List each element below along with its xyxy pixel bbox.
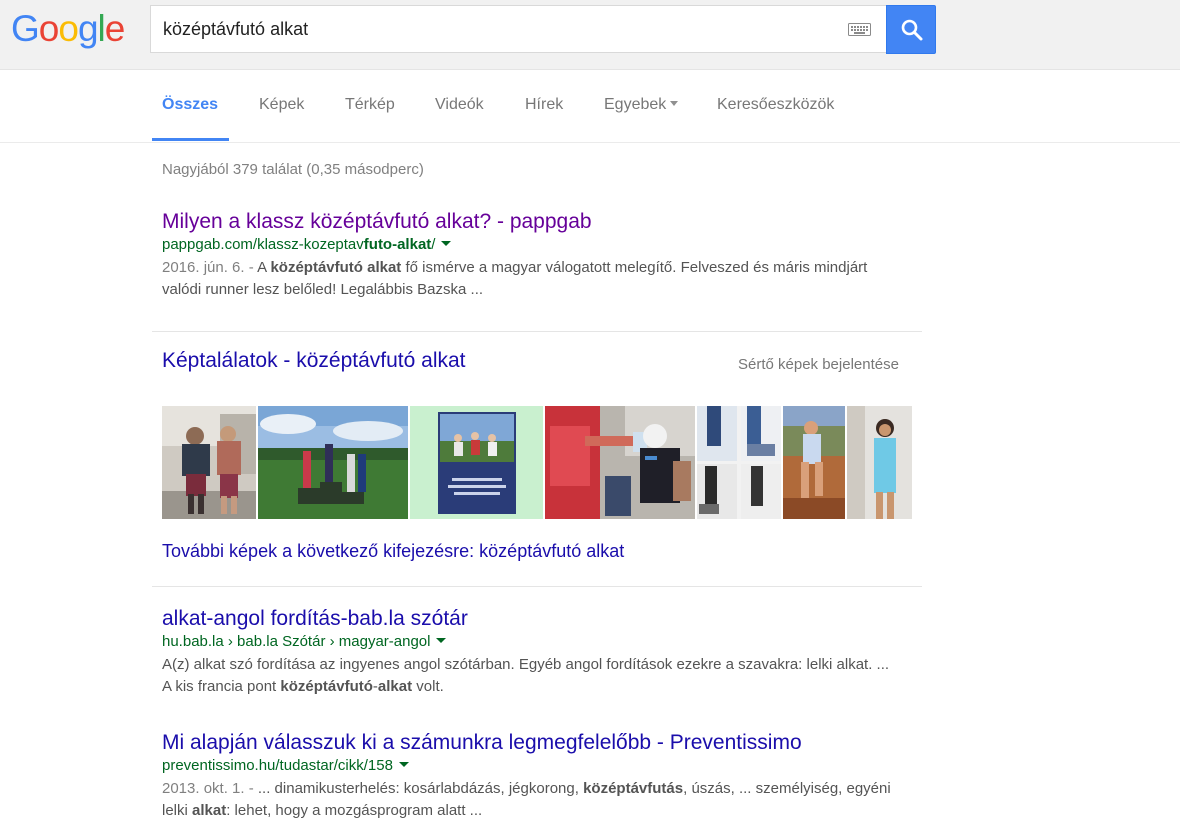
result-url-text-end: / <box>431 236 436 253</box>
result-url-text: pappgab.com/klassz-kozeptav <box>162 236 364 253</box>
result-title-link[interactable]: Milyen a klassz középtávfutó alkat? - pa… <box>162 209 902 235</box>
chevron-down-icon <box>670 101 679 106</box>
active-tab-indicator <box>152 138 229 141</box>
result-url-bold: futo-alkat <box>363 236 432 253</box>
tab-maps[interactable]: Térkép <box>345 96 395 114</box>
search-result: Mi alapján válasszuk ki a számunkra legm… <box>162 730 902 822</box>
tab-all[interactable]: Összes <box>162 96 218 114</box>
search-input[interactable]: középtávfutó alkat <box>150 5 886 53</box>
search-tabs: Összes Képek Térkép Videók Hírek Egyebek… <box>0 70 1180 143</box>
search-result: Milyen a klassz középtávfutó alkat? - pa… <box>162 209 902 301</box>
search-query-text[interactable]: középtávfutó alkat <box>163 19 308 40</box>
snippet-bold: középtávfutás <box>583 780 684 797</box>
image-thumbnail[interactable] <box>410 406 543 519</box>
result-snippet: 2016. jún. 6. - A középtávfutó alkat fő … <box>162 257 892 301</box>
result-date: 2016. jún. 6. - <box>162 259 258 276</box>
result-url-text: preventissimo.hu/tudastar/cikk/158 <box>162 757 393 774</box>
result-stats: Nagyjából 379 találat (0,35 másodperc) <box>162 161 424 178</box>
more-images-link[interactable]: További képek a következő kifejezésre: k… <box>162 541 624 562</box>
snippet-bold: középtávfutó alkat <box>270 259 402 276</box>
result-title-link[interactable]: alkat-angol fordítás-bab.la szótár <box>162 606 902 632</box>
image-thumbnail[interactable] <box>545 406 695 519</box>
caret-down-icon[interactable] <box>398 762 409 767</box>
result-snippet: 2013. okt. 1. - ... dinamikusterhelés: k… <box>162 778 892 822</box>
snippet-text: ... dinamikusterhelés: kosárlabdázás, jé… <box>257 780 584 797</box>
tab-more[interactable]: Egyebek <box>604 96 679 114</box>
keyboard-icon[interactable] <box>848 23 871 36</box>
image-thumbnail[interactable] <box>783 406 845 519</box>
image-thumbnail[interactable] <box>162 406 256 519</box>
search-result: alkat-angol fordítás-bab.la szótár hu.ba… <box>162 606 902 698</box>
report-images-link[interactable]: Sértő képek bejelentése <box>738 356 899 373</box>
search-icon <box>901 19 923 41</box>
snippet-text: : lehet, hogy a mozgásprogram alatt ... <box>226 802 483 819</box>
caret-down-icon[interactable] <box>436 638 447 643</box>
snippet-text: A <box>257 259 271 276</box>
search-header: Google középtávfutó alkat <box>0 0 1180 70</box>
tab-search-tools[interactable]: Keresőeszközök <box>717 96 834 114</box>
snippet-bold: alkat <box>192 802 227 819</box>
result-title-link[interactable]: Mi alapján válasszuk ki a számunkra legm… <box>162 730 902 756</box>
result-snippet: A(z) alkat szó fordítása az ingyenes ang… <box>162 654 892 698</box>
divider <box>152 331 922 332</box>
snippet-bold: alkat <box>377 678 413 695</box>
image-thumbnail[interactable] <box>697 406 781 519</box>
snippet-text: A(z) alkat szó fordítása az ingyenes ang… <box>162 656 890 695</box>
result-url-text: hu.bab.la › bab.la Szótár › magyar-angol <box>162 633 431 650</box>
tab-videos[interactable]: Videók <box>435 96 484 114</box>
snippet-bold: középtávfutó <box>280 678 373 695</box>
result-date: 2013. okt. 1. - <box>162 780 258 797</box>
image-thumbnail[interactable] <box>258 406 408 519</box>
result-url: hu.bab.la › bab.la Szótár › magyar-angol <box>162 632 902 652</box>
tab-news[interactable]: Hírek <box>525 96 563 114</box>
snippet-text: volt. <box>412 678 444 695</box>
divider <box>152 586 922 587</box>
search-button[interactable] <box>886 5 936 54</box>
result-url: pappgab.com/klassz-kozeptavfuto-alkat/ <box>162 235 902 255</box>
google-logo[interactable]: Google <box>11 8 125 50</box>
result-url: preventissimo.hu/tudastar/cikk/158 <box>162 756 902 776</box>
image-results-heading[interactable]: Képtalálatok - középtávfutó alkat <box>162 349 466 373</box>
caret-down-icon[interactable] <box>441 241 452 246</box>
image-thumbnail[interactable] <box>847 406 912 519</box>
tab-more-label: Egyebek <box>604 96 667 113</box>
tab-images[interactable]: Képek <box>259 96 304 114</box>
